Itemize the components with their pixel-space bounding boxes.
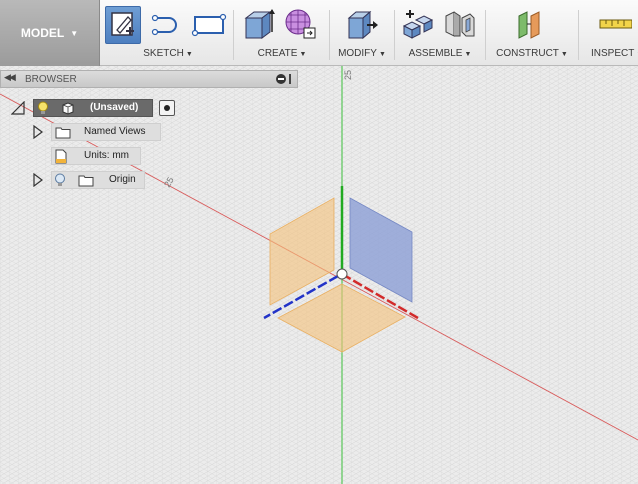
- workspace-switcher-button[interactable]: MODEL ▼: [0, 0, 100, 66]
- named-views-label: Named Views: [84, 126, 146, 137]
- joint-button[interactable]: [442, 6, 478, 44]
- offset-plane-button[interactable]: [513, 6, 549, 44]
- create-menu-label: CREATE: [257, 48, 298, 59]
- create-menu-dropdown[interactable]: CREATE ▼: [236, 48, 328, 59]
- toolbar-divider: [578, 10, 579, 60]
- collapse-browser-icon[interactable]: ◀◀: [4, 72, 16, 83]
- press-pull-button[interactable]: [343, 6, 379, 44]
- browser-node-root[interactable]: (Unsaved): [33, 99, 185, 117]
- triangle-right-icon: [33, 124, 43, 140]
- toolbar-group-inspect: INSPECT▼: [580, 0, 638, 66]
- create-sketch-icon: [111, 12, 134, 36]
- extrude-button[interactable]: [240, 6, 276, 44]
- modify-menu-dropdown[interactable]: MODIFY ▼: [331, 48, 393, 59]
- dropdown-arrow-icon: ▼: [560, 51, 568, 58]
- activate-radio-button[interactable]: [159, 100, 175, 116]
- workspace-label: MODEL: [20, 26, 65, 40]
- new-component-icon: [402, 10, 434, 39]
- new-component-button[interactable]: [400, 6, 436, 44]
- origin-label: Origin: [109, 174, 136, 185]
- rectangle-button[interactable]: [191, 6, 227, 44]
- measure-icon: [599, 19, 632, 29]
- dropdown-arrow-icon: ▼: [378, 51, 386, 58]
- sketch-menu-dropdown[interactable]: SKETCH ▼: [103, 48, 233, 59]
- inspect-menu-label: INSPECT: [591, 48, 635, 59]
- arc-icon: [151, 14, 177, 36]
- main-toolbar: MODEL ▼ SKETCH ▼ CREATE ▼ MODIFY ▼ ASSEM…: [0, 0, 638, 66]
- browser-node-units[interactable]: Units: mm: [51, 147, 143, 165]
- toolbar-divider: [329, 10, 330, 60]
- root-node-label: (Unsaved): [90, 102, 139, 113]
- browser-node-named-views[interactable]: Named Views: [51, 123, 163, 141]
- create-form-button[interactable]: [282, 6, 318, 44]
- joint-icon: [445, 11, 475, 37]
- construct-menu-label: CONSTRUCT: [496, 48, 559, 59]
- named-views-expand-toggle[interactable]: [33, 124, 43, 140]
- toolbar-divider: [233, 10, 234, 60]
- measure-button[interactable]: [596, 6, 632, 44]
- toolbar-group-sketch: SKETCH ▼: [103, 0, 233, 66]
- browser-title: BROWSER: [25, 74, 77, 85]
- dropdown-arrow-icon: ▼: [464, 51, 472, 58]
- toolbar-group-modify: MODIFY ▼: [331, 0, 393, 66]
- modify-menu-label: MODIFY: [338, 48, 377, 59]
- toolbar-divider: [485, 10, 486, 60]
- component-icon: [62, 102, 74, 115]
- panel-pin-icon[interactable]: [289, 74, 297, 84]
- toolbar-group-assemble: ASSEMBLE ▼: [396, 0, 484, 66]
- sketch-menu-label: SKETCH: [143, 48, 184, 59]
- origin-expand-toggle[interactable]: [33, 172, 43, 188]
- assemble-menu-label: ASSEMBLE: [408, 48, 463, 59]
- dropdown-arrow-icon: ▼: [299, 51, 307, 58]
- triangle-expand-icon: [10, 100, 25, 115]
- toolbar-divider: [394, 10, 395, 60]
- dropdown-arrow-icon: ▼: [185, 51, 193, 58]
- document-settings-icon: [55, 149, 67, 164]
- folder-icon: [78, 175, 94, 187]
- form-icon: [285, 9, 316, 39]
- minimize-icon[interactable]: [276, 74, 286, 84]
- extrude-icon: [244, 9, 275, 39]
- origin-point[interactable]: [336, 268, 348, 280]
- inspect-menu-dropdown[interactable]: INSPECT▼: [591, 48, 638, 59]
- assemble-menu-dropdown[interactable]: ASSEMBLE ▼: [396, 48, 484, 59]
- root-expand-toggle[interactable]: [10, 100, 25, 115]
- construct-menu-dropdown[interactable]: CONSTRUCT ▼: [487, 48, 577, 59]
- rectangle-icon: [191, 13, 227, 37]
- lightbulb-icon[interactable]: [37, 101, 49, 115]
- press-pull-icon: [347, 10, 378, 40]
- create-sketch-button[interactable]: [105, 6, 141, 44]
- lightbulb-off-icon[interactable]: [54, 173, 66, 187]
- browser-panel-header: ◀◀ BROWSER: [0, 70, 298, 88]
- offset-plane-icon: [518, 11, 540, 39]
- ruler-label-top: 25: [343, 70, 353, 80]
- folder-icon: [55, 127, 71, 139]
- chevron-down-icon: ▼: [70, 28, 79, 38]
- arc-button[interactable]: [151, 6, 187, 44]
- toolbar-group-create: CREATE ▼: [236, 0, 328, 66]
- units-label: Units: mm: [84, 150, 129, 161]
- radio-dot-icon: [164, 105, 170, 111]
- triangle-right-icon: [33, 172, 43, 188]
- browser-node-origin[interactable]: Origin: [51, 171, 147, 189]
- toolbar-group-construct: CONSTRUCT ▼: [487, 0, 577, 66]
